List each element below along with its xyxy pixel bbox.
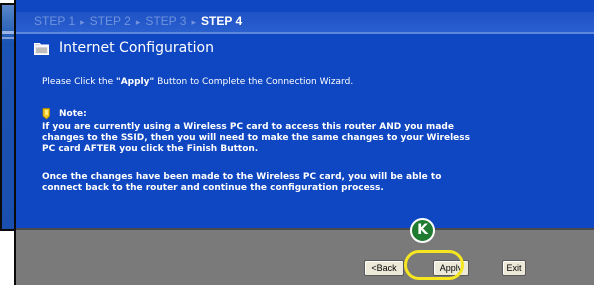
instruction-text: Please Click the "Apply" Button to Compl… xyxy=(42,77,353,87)
followup-line-2: connect back to the router and continue … xyxy=(42,183,384,193)
note-line-2: changes to the SSID, then you will need … xyxy=(42,133,471,143)
wizard-window: STEP 1 ▸ STEP 2 ▸ STEP 3 ▸ STEP 4 Internet Con… xyxy=(14,0,594,285)
exit-button[interactable]: Exit xyxy=(502,260,526,276)
callout-badge: K xyxy=(410,218,435,243)
note-line-3: PC card AFTER you click the Finish Butto… xyxy=(42,144,259,154)
note-header: Note: xyxy=(42,108,87,120)
followup-line-1: Once the changes have been made to the W… xyxy=(42,172,442,182)
title-row: Internet Configuration xyxy=(34,38,214,58)
page-title: Internet Configuration xyxy=(59,40,214,56)
step-1: STEP 1 xyxy=(34,14,76,28)
step-3: STEP 3 xyxy=(145,14,187,28)
step-breadcrumb: STEP 1 ▸ STEP 2 ▸ STEP 3 ▸ STEP 4 xyxy=(34,14,242,28)
back-button[interactable]: <Back xyxy=(364,260,404,276)
followup-paragraph: Once the changes have been made to the W… xyxy=(42,172,592,194)
step-separator-icon: ▸ xyxy=(191,17,197,27)
button-bar: <Back Apply Exit xyxy=(16,228,594,285)
note-paragraph: If you are currently using a Wireless PC… xyxy=(42,122,592,155)
step-separator-icon: ▸ xyxy=(135,17,141,27)
step-separator-icon: ▸ xyxy=(80,17,85,27)
apply-highlight-ring xyxy=(404,250,464,280)
step-4-current: STEP 4 xyxy=(201,14,243,28)
step-2: STEP 2 xyxy=(89,14,131,28)
instruction-keyword: "Apply" xyxy=(116,77,155,87)
note-line-1: If you are currently using a Wireless PC… xyxy=(42,122,454,132)
note-icon xyxy=(42,108,50,120)
folder-icon xyxy=(34,43,49,55)
note-label: Note: xyxy=(59,109,87,119)
instruction-suffix: Button to Complete the Connection Wizard… xyxy=(154,77,354,87)
header-divider xyxy=(16,32,594,34)
instruction-prefix: Please Click the xyxy=(42,77,117,87)
